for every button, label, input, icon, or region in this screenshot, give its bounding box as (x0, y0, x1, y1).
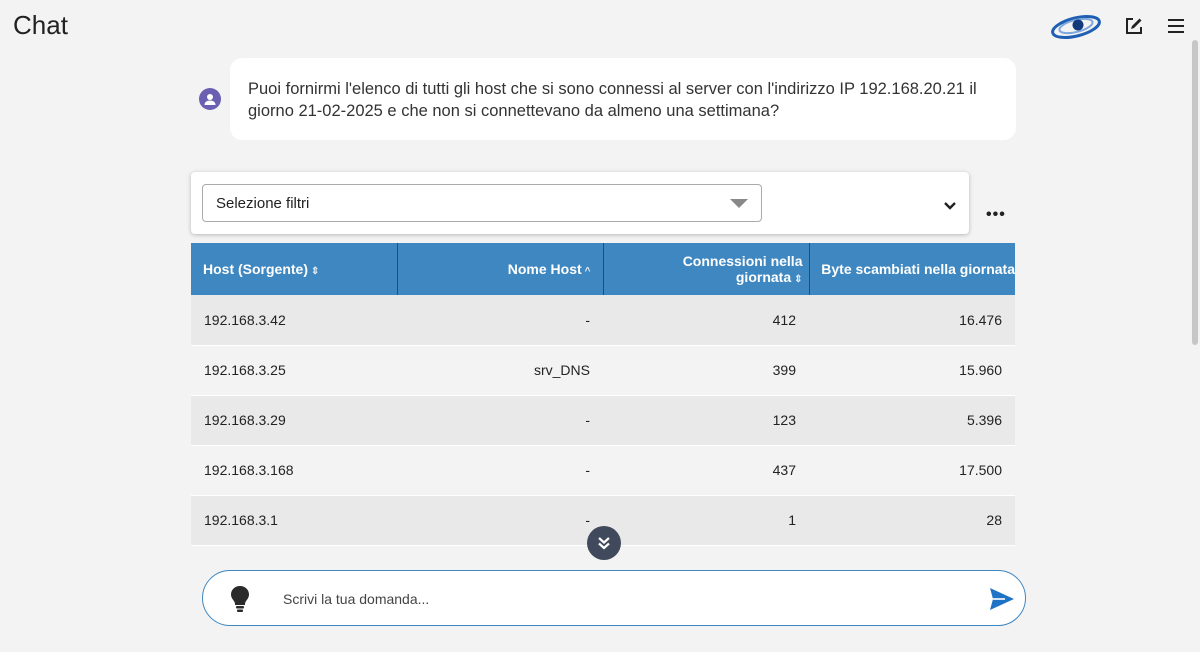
lightbulb-icon[interactable] (229, 585, 251, 618)
column-header-connections[interactable]: Connessioni nella giornata ⇕ (603, 243, 810, 295)
chevron-down-icon[interactable] (943, 198, 957, 216)
message-bubble: Puoi fornirmi l'elenco di tutti gli host… (230, 58, 1016, 140)
column-header-label: Host (Sorgente) (203, 261, 308, 277)
cell-name: - (397, 445, 603, 496)
cell-name: srv_DNS (397, 345, 603, 396)
cell-connections: 1 (603, 495, 809, 546)
user-avatar-icon (199, 88, 221, 110)
cell-name: - (397, 395, 603, 446)
filter-select-label: Selezione filtri (216, 194, 310, 212)
menu-icon[interactable] (1166, 16, 1186, 36)
edit-icon[interactable] (1124, 16, 1144, 36)
column-header-label: Byte scambiati nella giornata (821, 261, 1015, 277)
user-message: Puoi fornirmi l'elenco di tutti gli host… (199, 58, 1016, 140)
cell-bytes: 15.960 (809, 345, 1015, 396)
cell-name: - (397, 295, 603, 346)
cell-bytes: 17.500 (809, 445, 1015, 496)
cell-host: 192.168.3.168 (191, 445, 397, 496)
double-chevron-down-icon (598, 537, 610, 550)
column-header-label: Nome Host (507, 261, 582, 277)
cell-bytes: 28 (809, 495, 1015, 546)
caret-down-icon (730, 198, 748, 208)
page-scrollbar[interactable] (1192, 40, 1198, 345)
cell-host: 192.168.3.42 (191, 295, 397, 346)
chat-input[interactable] (283, 585, 963, 613)
cell-connections: 412 (603, 295, 809, 346)
sort-icon: ⇕ (794, 274, 803, 285)
sort-icon: ⇕ (311, 266, 320, 277)
column-header-host[interactable]: Host (Sorgente) ⇕ (191, 243, 398, 295)
cell-bytes: 5.396 (809, 395, 1015, 446)
header-actions (1050, 10, 1186, 42)
cell-host: 192.168.3.29 (191, 395, 397, 446)
more-options-button[interactable]: ••• (986, 206, 1006, 224)
cell-connections: 123 (603, 395, 809, 446)
filter-select[interactable]: Selezione filtri (202, 184, 762, 222)
cell-bytes: 16.476 (809, 295, 1015, 346)
chat-input-bar (202, 570, 1026, 626)
cell-connections: 399 (603, 345, 809, 396)
cell-connections: 437 (603, 445, 809, 496)
results-table: Host (Sorgente) ⇕ Nome Host ^ Connessioni … (191, 243, 1015, 546)
sort-asc-icon: ^ (584, 266, 591, 277)
filter-panel: Selezione filtri (191, 172, 969, 234)
page-title: Chat (13, 10, 68, 40)
table-header-row: Host (Sorgente) ⇕ Nome Host ^ Connessioni … (191, 243, 1015, 295)
cell-name: - (397, 495, 603, 546)
table-row[interactable]: 192.168.3.25 srv_DNS 399 15.960 (191, 345, 1015, 396)
logo-icon (1050, 10, 1102, 42)
send-icon[interactable] (989, 587, 1015, 616)
scroll-down-button[interactable] (587, 526, 621, 560)
column-header-bytes[interactable]: Byte scambiati nella giornata (809, 243, 1015, 295)
column-header-label: Connessioni nella giornata (682, 253, 803, 285)
table-row[interactable]: 192.168.3.29 - 123 5.396 (191, 395, 1015, 446)
cell-host: 192.168.3.1 (191, 495, 397, 546)
table-row[interactable]: 192.168.3.42 - 412 16.476 (191, 295, 1015, 346)
column-header-name[interactable]: Nome Host ^ (397, 243, 604, 295)
cell-host: 192.168.3.25 (191, 345, 397, 396)
table-row[interactable]: 192.168.3.168 - 437 17.500 (191, 445, 1015, 496)
